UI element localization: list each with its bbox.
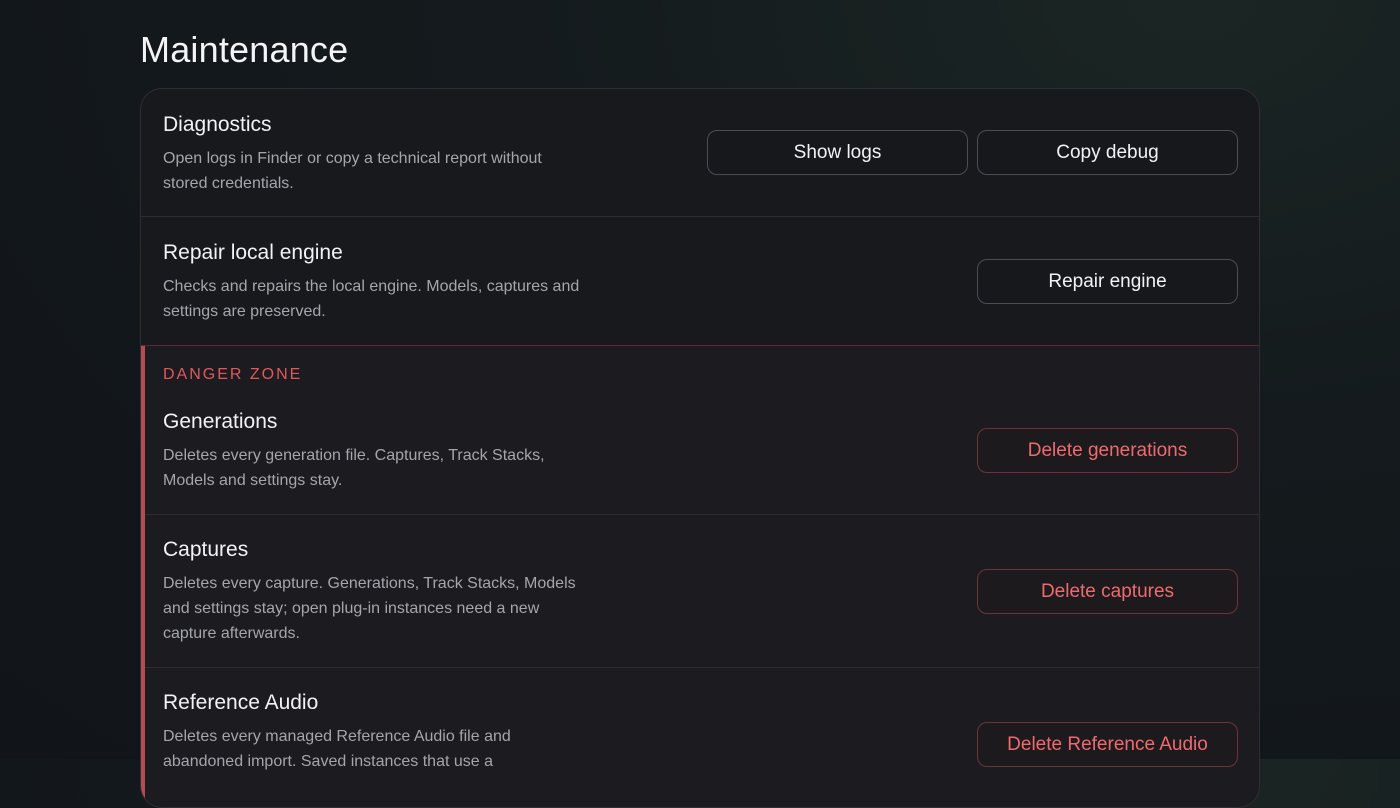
captures-title: Captures [163,538,249,561]
generations-title: Generations [163,410,278,433]
delete-captures-button[interactable]: Delete captures [977,569,1238,614]
diagnostics-title: Diagnostics [163,113,272,136]
copy-debug-button[interactable]: Copy debug [977,130,1238,175]
delete-reference-audio-button[interactable]: Delete Reference Audio [977,722,1238,767]
danger-zone: DANGER ZONE Generations Deletes every ge… [141,345,1259,807]
reference-audio-description: Deletes every managed Reference Audio fi… [163,728,511,770]
reference-audio-title: Reference Audio [163,691,319,714]
captures-row: Captures Deletes every capture. Generati… [145,515,1259,668]
maintenance-card: Diagnostics Open logs in Finder or copy … [140,88,1260,808]
repair-engine-row: Repair local engine Checks and repairs t… [141,217,1259,345]
generations-row: Generations Deletes every generation fil… [145,346,1259,515]
repair-engine-button[interactable]: Repair engine [977,259,1238,304]
repair-engine-description: Checks and repairs the local engine. Mod… [163,278,580,320]
diagnostics-description: Open logs in Finder or copy a technical … [163,150,542,192]
repair-engine-title: Repair local engine [163,241,343,264]
generations-description: Deletes every generation file. Captures,… [163,447,545,489]
diagnostics-row: Diagnostics Open logs in Finder or copy … [141,89,1259,217]
page-title: Maintenance [140,29,349,70]
reference-audio-row: Reference Audio Deletes every managed Re… [145,668,1259,807]
captures-description: Deletes every capture. Generations, Trac… [163,575,576,642]
show-logs-button[interactable]: Show logs [707,130,968,175]
delete-generations-button[interactable]: Delete generations [977,428,1238,473]
